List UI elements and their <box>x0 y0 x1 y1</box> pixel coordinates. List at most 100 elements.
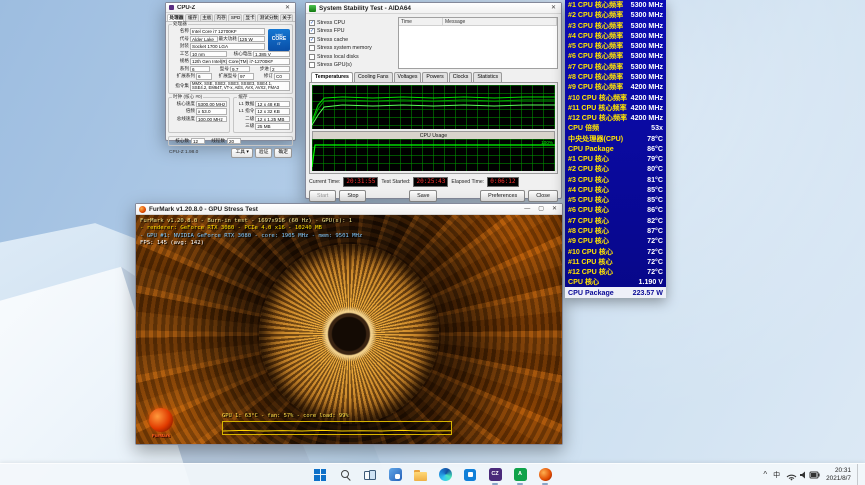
bus-speed-value: 100.00 MHz <box>196 115 228 122</box>
checkbox-stress-gpu[interactable]: Stress GPU(s) <box>309 62 395 68</box>
sst-status-row: Current Time: 20:31:55 Test Started: 20:… <box>309 177 558 187</box>
cpu-name-value: Intel Core i7 12700KF <box>190 28 265 35</box>
furmark-titlebar[interactable]: FurMark v1.20.8.0 - GPU Stress Test — ▢ … <box>136 204 562 215</box>
cpuz-titlebar[interactable]: CPU-Z ✕ <box>166 3 295 13</box>
sensor-row: #2 CPU 核心频率 5300 MHz <box>568 11 663 20</box>
tab-temperatures[interactable]: Temperatures <box>311 72 353 82</box>
tab-voltages[interactable]: Voltages <box>393 72 422 82</box>
checkbox-stress-cache[interactable]: ✓ Stress cache <box>309 36 395 43</box>
cpuz-processor-group: 处理器 intel CORE i7 名称 Intel Core i7 12700… <box>168 21 293 94</box>
sensor-row: #4 CPU 核心频率 5300 MHz <box>568 31 663 40</box>
osd-line-2: - renderer: GeForce RTX 3080 - PCIe 4.0 … <box>140 225 322 232</box>
aida64-app-icon <box>309 4 316 12</box>
tab-clocks[interactable]: Clocks <box>448 72 473 82</box>
cpu-usage-graph-header: CPU Usage <box>312 131 555 139</box>
edge-button[interactable] <box>437 466 454 483</box>
checkbox-stress-memory[interactable]: Stress system memory <box>309 45 395 51</box>
cpuz-cache-group: 缓存 L1 数据 12 x 48 KB L1 指令 12 x 32 KB 二级 12 … <box>233 94 293 133</box>
ime-indicator[interactable]: 中 <box>773 470 780 480</box>
checkbox-icon[interactable]: ✓ <box>309 36 315 43</box>
cpuz-clocks-group: 时钟 (核心 #0) 核心速度 5300.00 MHz 倍频 x 53.0 总线速度… <box>168 94 231 133</box>
tab-graphics[interactable]: 显卡 <box>242 14 257 21</box>
sensor-row: #12 CPU 核心频率 4200 MHz <box>568 114 663 123</box>
sensor-row: #12 CPU 核心 72°C <box>568 268 663 277</box>
tab-spd[interactable]: SPD <box>228 14 242 21</box>
cpu-usage-graph: 100% <box>312 139 555 171</box>
save-button[interactable]: Save <box>409 190 438 203</box>
folder-icon <box>413 469 427 481</box>
sensor-row: #9 CPU 核心 72°C <box>568 237 663 246</box>
aida64-icon: A <box>513 468 527 481</box>
multiplier-value: x 53.0 <box>196 108 228 115</box>
validate-button[interactable]: 验证 <box>254 148 273 158</box>
furmark-taskbar-button[interactable] <box>537 466 554 485</box>
show-desktop-button[interactable] <box>857 464 860 485</box>
tray-status-icons[interactable] <box>786 469 820 481</box>
ok-button[interactable]: 确定 <box>274 148 292 158</box>
task-view-button[interactable] <box>362 466 379 483</box>
cpu-family-row: 系列 6 型号 9.7 步进 2 <box>171 65 290 72</box>
checkbox-stress-disks[interactable]: Stress local disks <box>309 53 395 60</box>
intel-core-badge: intel CORE i7 <box>268 29 290 51</box>
sst-tab-strip: Temperatures Cooling Fans Voltages Power… <box>309 72 558 82</box>
aida64-taskbar-button[interactable]: A <box>512 466 529 485</box>
close-icon[interactable]: ✕ <box>283 4 292 12</box>
close-button[interactable]: Close <box>528 190 558 203</box>
checkbox-icon[interactable]: ✓ <box>309 19 315 26</box>
cpu-spec-value: 12th Gen Intel(R) Core(TM) i7-12700KF <box>190 58 290 65</box>
tab-mainboard[interactable]: 主板 <box>199 14 214 21</box>
furmark-app-icon <box>139 205 146 213</box>
sensor-row: CPU Package 86°C <box>568 144 663 153</box>
tray-clock[interactable]: 20:31 2021/8/7 <box>826 467 851 482</box>
desktop: CPU-Z ✕ 处理器 缓存 主板 内存 SPD 显卡 测试分数 关于 处理器 … <box>0 0 865 485</box>
furmark-logo-icon <box>149 408 173 432</box>
checkbox-icon[interactable]: ✓ <box>309 28 315 34</box>
tab-memory[interactable]: 内存 <box>214 14 228 21</box>
event-log-pane[interactable]: Time Message <box>398 17 558 69</box>
elapsed-time-value: 0:06:12 <box>487 177 519 187</box>
log-column-message[interactable]: Message <box>443 18 557 25</box>
sst-titlebar[interactable]: System Stability Test - AIDA64 ✕ <box>306 3 561 14</box>
sensor-row: 中央处理器(CPU) 78°C <box>568 134 663 143</box>
tab-powers[interactable]: Powers <box>422 72 448 82</box>
tray-overflow-chevron-icon[interactable]: ^ <box>763 470 767 479</box>
stop-button[interactable]: Stop <box>339 190 367 203</box>
file-explorer-button[interactable] <box>412 466 429 483</box>
cpuz-footer: CPU-Z 1.98.0 工具 ▾ 验证 确定 <box>168 148 293 158</box>
start-button[interactable]: Start <box>309 190 337 203</box>
wifi-icon <box>790 478 793 480</box>
start-button[interactable] <box>312 466 329 483</box>
sensor-row: #9 CPU 核心频率 4200 MHz <box>568 83 663 92</box>
sensor-row: #3 CPU 核心频率 5300 MHz <box>568 21 663 30</box>
checkbox-icon[interactable] <box>309 45 315 51</box>
volume-icon <box>800 471 806 478</box>
checkbox-icon[interactable] <box>309 53 315 60</box>
cpu-voltage-value: 1.385 V <box>253 50 290 57</box>
cpuz-taskbar-button[interactable]: CZ <box>487 466 504 485</box>
sensor-row: #6 CPU 核心 86°C <box>568 206 663 215</box>
sensor-row: CPU 倍频 53x <box>568 124 663 133</box>
minimize-icon[interactable]: — <box>522 205 532 213</box>
checkbox-stress-fpu[interactable]: ✓ Stress FPU <box>309 28 395 34</box>
tab-caches[interactable]: 缓存 <box>185 14 199 21</box>
store-button[interactable] <box>462 466 479 483</box>
widgets-button[interactable] <box>387 466 404 483</box>
maximize-icon[interactable]: ▢ <box>536 205 546 213</box>
sensor-row: #11 CPU 核心 72°C <box>568 257 663 266</box>
checkbox-stress-cpu[interactable]: ✓ Stress CPU <box>309 19 395 26</box>
tools-button[interactable]: 工具 ▾ <box>231 148 253 158</box>
tab-cooling-fans[interactable]: Cooling Fans <box>353 72 393 82</box>
sensor-row: #2 CPU 核心 80°C <box>568 165 663 174</box>
tab-bench[interactable]: 测试分数 <box>257 14 279 21</box>
tab-statistics[interactable]: Statistics <box>473 72 503 82</box>
checkbox-icon[interactable] <box>309 62 315 68</box>
preferences-button[interactable]: Preferences <box>480 190 526 203</box>
close-icon[interactable]: ✕ <box>549 4 558 12</box>
tab-about[interactable]: 关于 <box>279 14 294 21</box>
log-column-time[interactable]: Time <box>399 18 443 25</box>
search-button[interactable] <box>337 466 354 483</box>
sensor-row: #6 CPU 核心频率 5300 MHz <box>568 52 663 61</box>
cpuz-body: 处理器 intel CORE i7 名称 Intel Core i7 12700… <box>166 21 295 160</box>
close-icon[interactable]: ✕ <box>550 205 559 213</box>
tab-cpu[interactable]: 处理器 <box>167 14 185 21</box>
